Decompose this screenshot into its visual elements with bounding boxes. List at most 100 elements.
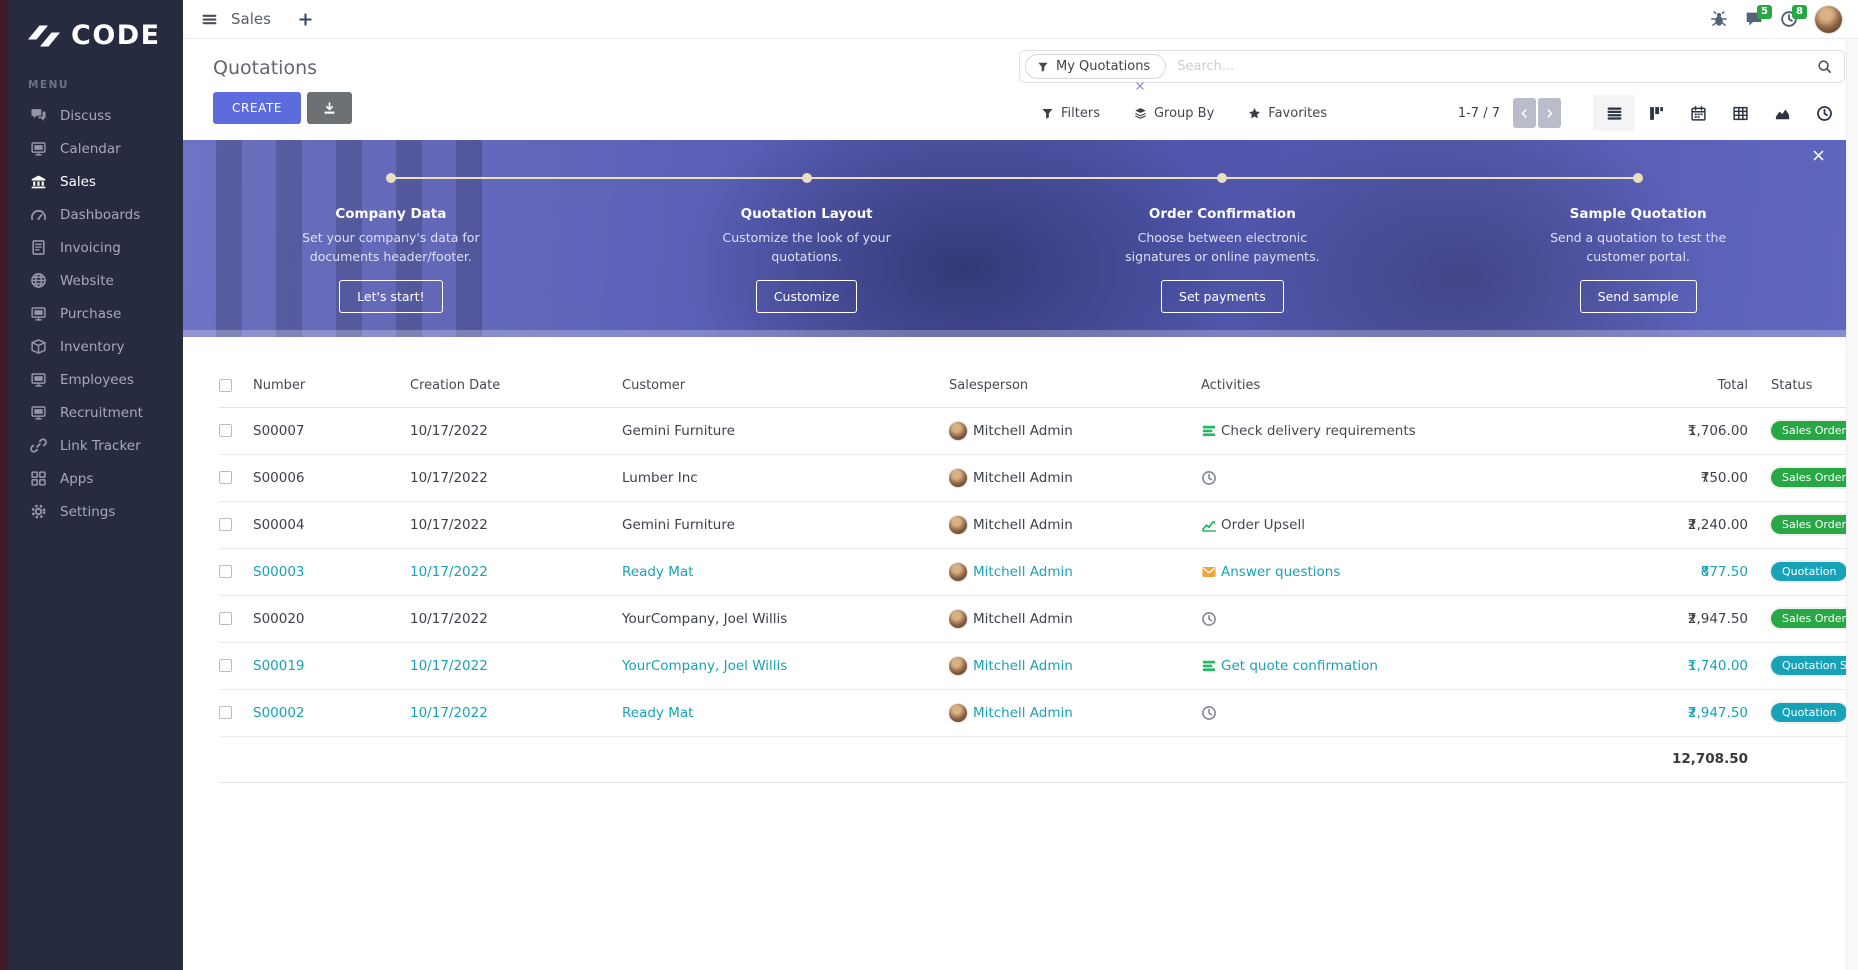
view-switch-pivot-button[interactable] (1719, 95, 1761, 131)
group-by-button[interactable]: Group By (1134, 106, 1214, 121)
sidebar: CODE MENU DiscussCalendarSalesDashboards… (8, 0, 183, 970)
new-tab-icon[interactable] (298, 12, 313, 27)
salesperson-name: Mitchell Admin (973, 611, 1073, 627)
sidebar-item-purchase[interactable]: Purchase (8, 297, 183, 330)
pager-next-button[interactable] (1538, 98, 1561, 128)
sidebar-item-label: Purchase (60, 306, 121, 322)
column-header-creation-date[interactable]: Creation Date (410, 364, 622, 407)
table-row-s00006[interactable]: S0000610/17/2022Lumber IncMitchell Admin… (219, 454, 1858, 501)
cell-activities[interactable] (1201, 689, 1531, 736)
sidebar-item-calendar[interactable]: Calendar (8, 132, 183, 165)
create-button[interactable]: CREATE (213, 92, 301, 124)
cell-activities[interactable]: Order Upsell (1201, 501, 1531, 548)
export-button[interactable] (307, 92, 352, 124)
sidebar-item-employees[interactable]: Employees (8, 363, 183, 396)
sidebar-item-discuss[interactable]: Discuss (8, 99, 183, 132)
row-checkbox[interactable] (219, 659, 232, 672)
step-button-set-payments[interactable]: Set payments (1161, 280, 1284, 313)
sidebar-item-label: Discuss (60, 108, 111, 124)
facet-remove-icon[interactable] (1135, 81, 1145, 91)
table-row-s00004[interactable]: S0000410/17/2022Gemini FurnitureMitchell… (219, 501, 1858, 548)
step-button-customize[interactable]: Customize (756, 280, 858, 313)
row-checkbox[interactable] (219, 518, 232, 531)
salesperson-avatar (949, 516, 967, 534)
cell-activities[interactable] (1201, 454, 1531, 501)
favorites-label: Favorites (1268, 106, 1327, 121)
search-bar[interactable]: My Quotations Search... (1019, 50, 1845, 83)
sidebar-item-invoicing[interactable]: Invoicing (8, 231, 183, 264)
step-title: Order Confirmation (1149, 206, 1296, 222)
table-row-s00003[interactable]: S0000310/17/2022Ready MatMitchell AdminA… (219, 548, 1858, 595)
view-switch-graph-button[interactable] (1761, 95, 1803, 131)
cell-activities[interactable]: Get quote confirmation (1201, 642, 1531, 689)
app-logo[interactable]: CODE (8, 0, 183, 49)
view-switch-calendar-button[interactable] (1677, 95, 1719, 131)
sidebar-item-website[interactable]: Website (8, 264, 183, 297)
pager-previous-button[interactable] (1513, 98, 1536, 128)
sidebar-item-link-tracker[interactable]: Link Tracker (8, 429, 183, 462)
cell-activities[interactable]: Answer questions (1201, 548, 1531, 595)
messages-icon[interactable]: 5 (1745, 10, 1763, 28)
cell-creation-date: 10/17/2022 (410, 548, 622, 595)
search-facet[interactable]: My Quotations (1025, 54, 1166, 79)
column-header-total[interactable]: Total (1531, 364, 1748, 407)
debug-bug-icon[interactable] (1710, 10, 1728, 28)
cell-creation-date: 10/17/2022 (410, 642, 622, 689)
table-row-s00019[interactable]: S0001910/17/2022YourCompany, Joel Willis… (219, 642, 1858, 689)
filters-button[interactable]: Filters (1041, 106, 1100, 121)
column-header-customer[interactable]: Customer (622, 364, 949, 407)
user-avatar[interactable] (1815, 6, 1842, 33)
column-header-activities[interactable]: Activities (1201, 364, 1531, 407)
envelope-activity-icon (1201, 564, 1217, 580)
column-header-number[interactable]: Number (253, 364, 410, 407)
activities-icon[interactable]: 8 (1780, 10, 1798, 28)
hamburger-icon[interactable] (201, 11, 218, 28)
sidebar-item-settings[interactable]: Settings (8, 495, 183, 528)
step-button-send-sample[interactable]: Send sample (1580, 280, 1697, 313)
group-by-label: Group By (1154, 106, 1214, 121)
onboarding-banner: Company DataSet your company's data for … (183, 140, 1846, 337)
step-button-let-s-start-[interactable]: Let's start! (339, 280, 442, 313)
row-checkbox[interactable] (219, 706, 232, 719)
cell-status: Quotation Sent (1748, 642, 1858, 689)
select-all-checkbox[interactable] (219, 379, 232, 392)
table-row-s00002[interactable]: S0000210/17/2022Ready MatMitchell Admin₹… (219, 689, 1858, 736)
sidebar-item-inventory[interactable]: Inventory (8, 330, 183, 363)
sidebar-item-label: Website (60, 273, 114, 289)
cell-status: Quotation (1748, 689, 1858, 736)
column-header-salesperson[interactable]: Salesperson (949, 364, 1201, 407)
search-placeholder: Search... (1177, 59, 1234, 74)
favorites-button[interactable]: Favorites (1248, 106, 1327, 121)
table-row-s00020[interactable]: S0002010/17/2022YourCompany, Joel Willis… (219, 595, 1858, 642)
salesperson-name: Mitchell Admin (973, 705, 1073, 721)
table-row-s00007[interactable]: S0000710/17/2022Gemini FurnitureMitchell… (219, 407, 1858, 454)
row-checkbox[interactable] (219, 565, 232, 578)
activity-label: Check delivery requirements (1221, 423, 1416, 439)
table-body: S0000710/17/2022Gemini FurnitureMitchell… (219, 407, 1858, 736)
salesperson-avatar (949, 422, 967, 440)
column-header-status[interactable]: Status (1748, 364, 1858, 407)
sidebar-item-apps[interactable]: Apps (8, 462, 183, 495)
sidebar-item-sales[interactable]: Sales (8, 165, 183, 198)
activity-label: Order Upsell (1221, 517, 1305, 533)
row-checkbox[interactable] (219, 471, 232, 484)
cell-activities[interactable]: Check delivery requirements (1201, 407, 1531, 454)
sidebar-item-dashboards[interactable]: Dashboards (8, 198, 183, 231)
view-switch-kanban-button[interactable] (1635, 95, 1677, 131)
view-switch-list-button[interactable] (1593, 95, 1635, 131)
view-switch-activity-button[interactable] (1803, 95, 1845, 131)
quotations-table: Number Creation Date Customer Salesperso… (219, 364, 1858, 783)
sidebar-item-recruitment[interactable]: Recruitment (8, 396, 183, 429)
banner-close-icon[interactable] (1812, 149, 1825, 162)
app-menu-label[interactable]: Sales (231, 10, 271, 28)
row-checkbox[interactable] (219, 612, 232, 625)
scrollbar[interactable] (1846, 39, 1858, 970)
tasks-activity-icon (1201, 423, 1217, 439)
search-icon[interactable] (1817, 59, 1832, 74)
activity-label: Get quote confirmation (1221, 658, 1378, 674)
monitor-icon (30, 140, 47, 157)
list-view-icon (1606, 105, 1623, 122)
cell-number: S00006 (253, 454, 410, 501)
cell-activities[interactable] (1201, 595, 1531, 642)
row-checkbox[interactable] (219, 424, 232, 437)
